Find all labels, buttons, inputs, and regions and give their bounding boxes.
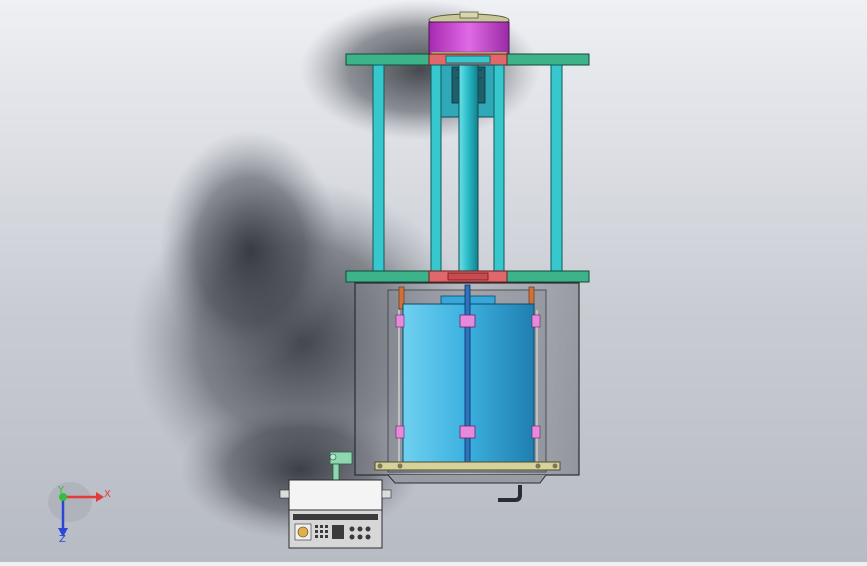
control-box[interactable] bbox=[279, 479, 392, 549]
assembly-drawing[interactable]: X Y Z bbox=[0, 0, 867, 562]
top-plate[interactable] bbox=[345, 53, 590, 66]
z-axis-label: Z bbox=[59, 534, 66, 545]
drain-pipe bbox=[498, 485, 522, 502]
base-plate[interactable] bbox=[374, 461, 561, 471]
cad-viewport[interactable]: X Y Z bbox=[0, 0, 867, 562]
y-axis-label: Y bbox=[57, 485, 65, 496]
main-shaft[interactable] bbox=[458, 64, 479, 272]
middle-plate[interactable] bbox=[345, 270, 590, 283]
coordinate-triad: X Y Z bbox=[48, 482, 111, 545]
motor-assembly[interactable] bbox=[428, 11, 510, 57]
x-axis-label: X bbox=[104, 489, 111, 500]
